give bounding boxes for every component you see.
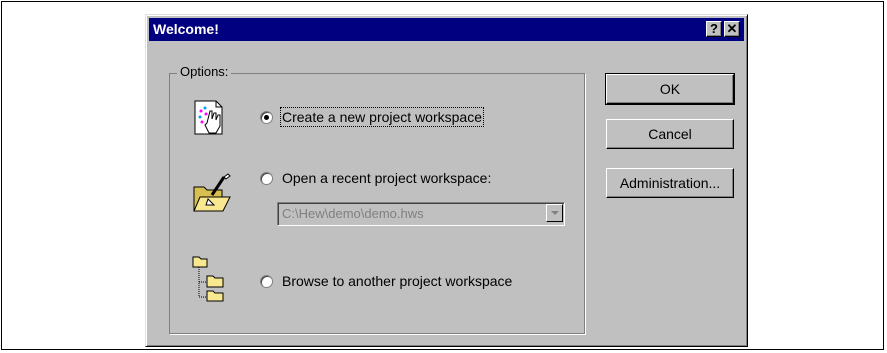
administration-button[interactable]: Administration... (606, 168, 734, 198)
open-folder-icon (193, 173, 231, 212)
browse-option-label[interactable]: Browse to another project workspace (282, 273, 512, 289)
recent-workspace-value: C:\Hew\demo\demo.hws (282, 206, 424, 221)
cancel-button[interactable]: Cancel (606, 119, 734, 149)
folder-tree-icon (192, 256, 224, 302)
dialog-title: Welcome! (153, 21, 219, 37)
create-option-label[interactable]: Create a new project workspace (280, 107, 484, 127)
close-button[interactable]: ✕ (724, 21, 740, 37)
create-radio[interactable] (260, 111, 273, 124)
ok-button[interactable]: OK (605, 73, 735, 105)
open-option-label[interactable]: Open a recent project workspace: (282, 170, 491, 186)
create-radio-dot (264, 115, 269, 120)
open-radio[interactable] (260, 172, 273, 185)
new-project-icon (194, 100, 223, 135)
browse-radio[interactable] (260, 275, 273, 288)
options-group-label: Options: (177, 64, 232, 79)
title-bar[interactable]: Welcome! ? ✕ (149, 18, 744, 41)
welcome-dialog: Welcome! ? ✕ Options: Create a new proje… (145, 14, 748, 347)
help-button[interactable]: ? (706, 21, 722, 37)
recent-workspace-combo[interactable]: C:\Hew\demo\demo.hws (277, 202, 565, 226)
chevron-down-icon[interactable] (546, 204, 563, 222)
